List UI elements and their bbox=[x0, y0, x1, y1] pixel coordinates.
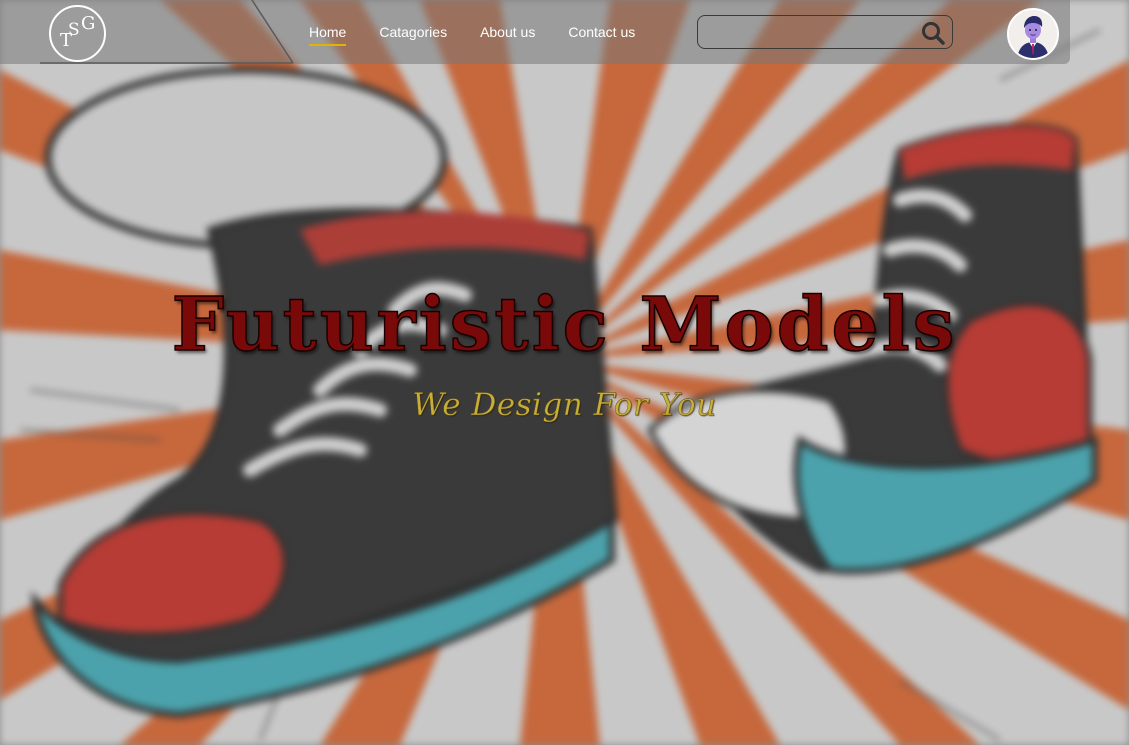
search-box bbox=[697, 15, 953, 49]
main-nav: Home Catagories About us Contact us bbox=[309, 22, 635, 46]
search-button[interactable] bbox=[920, 20, 946, 46]
user-avatar-icon bbox=[1009, 10, 1057, 58]
nav-link-home[interactable]: Home bbox=[309, 22, 347, 46]
nav-link-about-us[interactable]: About us bbox=[480, 22, 535, 46]
nav-link-categories[interactable]: Catagories bbox=[379, 22, 447, 46]
logo-letter: G bbox=[81, 13, 96, 34]
search-input[interactable] bbox=[706, 20, 915, 46]
logo-panel-divider bbox=[40, 0, 294, 64]
background-overlay bbox=[0, 0, 1129, 745]
page: T S G Home Catagories About us Contact u… bbox=[0, 0, 1129, 745]
hero-title: Futuristic Models bbox=[171, 282, 958, 368]
logo-letter: S bbox=[68, 20, 80, 40]
brand-logo[interactable]: T S G bbox=[49, 5, 106, 62]
top-navbar: T S G Home Catagories About us Contact u… bbox=[0, 0, 1070, 64]
nav-link-contact-us[interactable]: Contact us bbox=[568, 22, 635, 46]
search-icon bbox=[922, 22, 945, 45]
user-avatar-button[interactable] bbox=[1007, 8, 1059, 60]
hero-subtitle: We Design For You bbox=[412, 387, 717, 423]
